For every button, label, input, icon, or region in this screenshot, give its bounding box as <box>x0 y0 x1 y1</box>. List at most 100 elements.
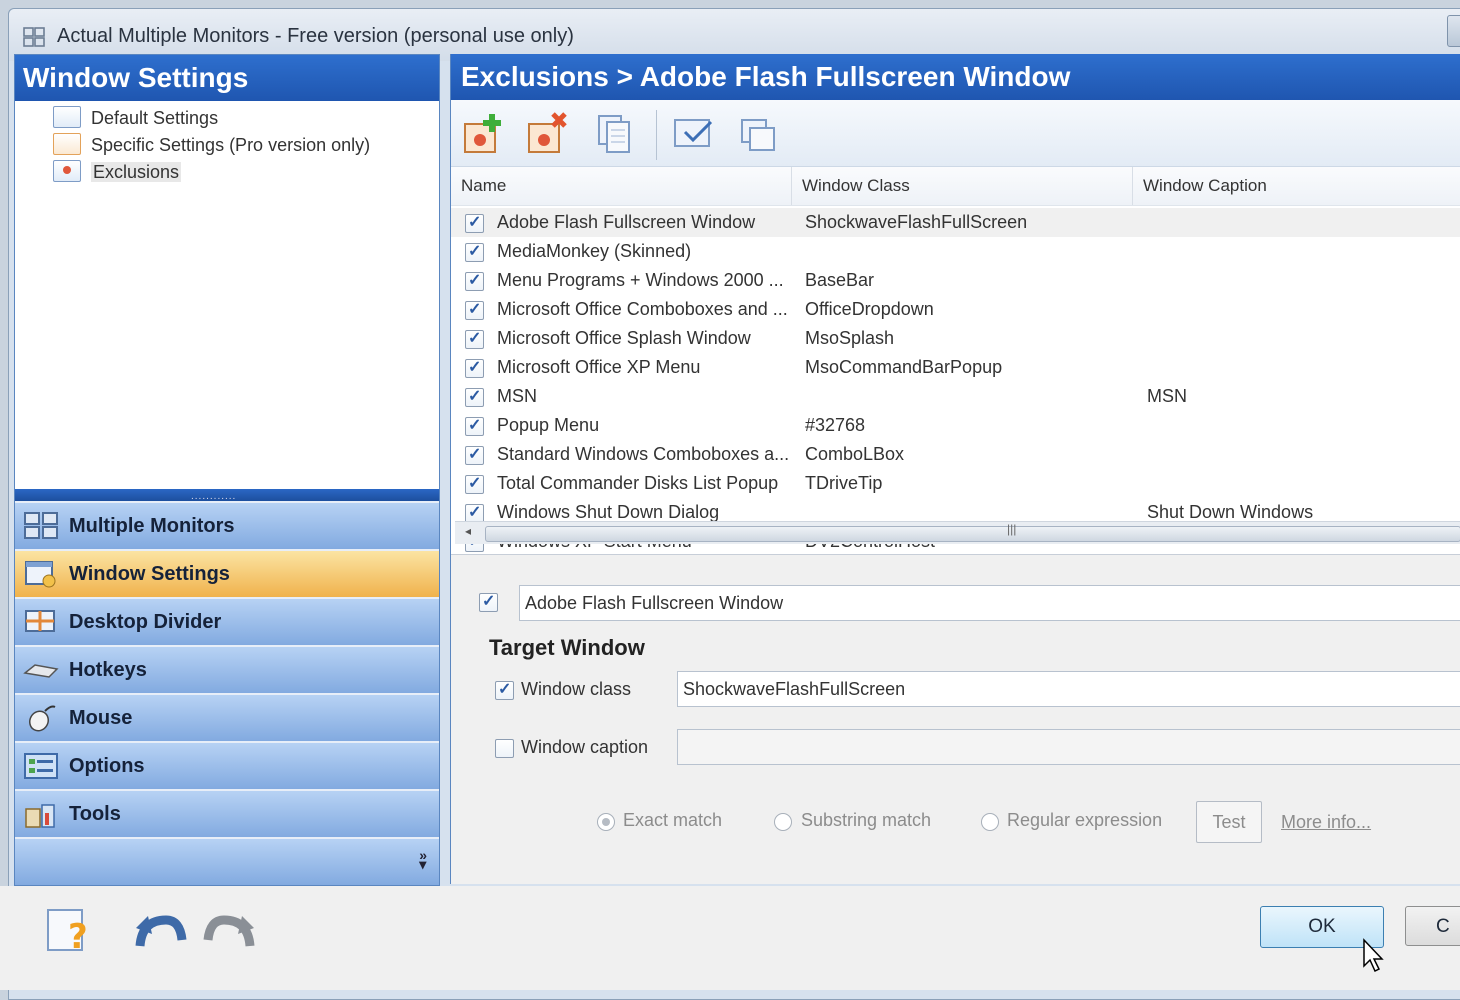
nav-item-hotkeys[interactable]: Hotkeys <box>15 645 439 693</box>
table-row[interactable]: MSN MSN <box>451 382 1460 411</box>
scroll-left-icon[interactable]: ◂ <box>465 524 471 538</box>
mouse-icon <box>28 705 56 732</box>
table-row[interactable]: Microsoft Office Splash Window MsoSplash <box>451 324 1460 353</box>
uncheck-all-icon[interactable] <box>736 110 786 158</box>
redo-icon[interactable] <box>202 906 258 956</box>
add-exclusion-icon[interactable] <box>459 110 509 158</box>
svg-text:?: ? <box>68 917 88 956</box>
tools-icon <box>25 804 55 828</box>
window-control-button[interactable] <box>1447 15 1460 47</box>
substring-match-radio[interactable] <box>774 813 792 831</box>
cell-name: Microsoft Office Comboboxes and ... <box>497 299 788 319</box>
regex-match-label: Regular expression <box>1007 810 1163 830</box>
nav-item-mouse[interactable]: Mouse <box>15 693 439 741</box>
row-checkbox[interactable] <box>465 270 484 291</box>
exact-match-radio[interactable] <box>597 813 615 831</box>
mouse-cursor-icon <box>1363 938 1384 973</box>
panel-splitter[interactable]: ............ <box>15 489 439 502</box>
options-icon <box>24 753 58 779</box>
row-checkbox[interactable] <box>465 299 484 320</box>
chevron-down-icon[interactable]: » ▾ <box>419 848 427 871</box>
left-panel-title: Window Settings <box>15 55 439 101</box>
window-title: Actual Multiple Monitors - Free version … <box>57 25 574 47</box>
regex-match-radio[interactable] <box>981 813 999 831</box>
cell-class: #32768 <box>805 415 866 435</box>
help-icon[interactable]: ? <box>44 906 100 956</box>
copy-icon[interactable] <box>591 110 641 158</box>
cell-name: Microsoft Office Splash Window <box>497 328 751 348</box>
nav-label: Tools <box>69 803 121 825</box>
row-checkbox[interactable] <box>465 328 484 349</box>
column-header-name[interactable]: Name <box>451 167 792 205</box>
breadcrumb: Exclusions > Adobe Flash Fullscreen Wind… <box>451 54 1460 100</box>
exclusions-icon <box>53 160 81 182</box>
row-checkbox[interactable] <box>465 212 484 233</box>
cell-class: ShockwaveFlashFullScreen <box>805 212 1028 232</box>
row-checkbox[interactable] <box>465 415 484 436</box>
tree-item-default-settings[interactable]: Default Settings <box>53 105 218 131</box>
scrollbar-thumb[interactable] <box>485 526 1460 542</box>
tree-item-label: Exclusions <box>91 162 182 182</box>
cell-name: Microsoft Office XP Menu <box>497 357 701 377</box>
nav-item-desktop-divider[interactable]: Desktop Divider <box>15 597 439 645</box>
row-checkbox[interactable] <box>465 473 484 494</box>
row-checkbox[interactable] <box>465 241 484 262</box>
settings-tree: Default Settings Specific Settings (Pro … <box>15 101 439 481</box>
nav-item-options[interactable]: Options <box>15 741 439 789</box>
check-all-icon[interactable] <box>669 110 719 158</box>
row-checkbox[interactable] <box>465 444 484 465</box>
exclusion-name-input[interactable]: Adobe Flash Fullscreen Window <box>519 585 1460 621</box>
column-header-window-class[interactable]: Window Class <box>792 167 1133 205</box>
cell-name: Windows Shut Down Dialog <box>497 502 720 522</box>
table-row[interactable]: Microsoft Office Comboboxes and ... Offic… <box>451 295 1460 324</box>
cell-name: Adobe Flash Fullscreen Window <box>497 212 756 232</box>
exact-match-label: Exact match <box>623 810 723 830</box>
window-caption-checkbox[interactable] <box>495 739 514 758</box>
nav-item-window-settings[interactable]: Window Settings <box>15 549 439 597</box>
cell-class: OfficeDropdown <box>805 299 934 319</box>
column-header-window-caption[interactable]: Window Caption <box>1133 167 1460 205</box>
table-row[interactable]: MediaMonkey (Skinned) <box>451 237 1460 266</box>
table-row[interactable]: Total Commander Disks List Popup TDriveTi… <box>451 469 1460 498</box>
window-caption-input[interactable] <box>677 729 1460 765</box>
settings-window-icon <box>53 106 81 128</box>
specific-settings-icon <box>53 133 81 155</box>
table-row[interactable]: Standard Windows Comboboxes a... ComboLBo… <box>451 440 1460 469</box>
test-button[interactable]: Test <box>1196 801 1262 843</box>
table-row[interactable]: Microsoft Office XP Menu MsoCommandBarPop… <box>451 353 1460 382</box>
cell-class: MsoSplash <box>805 328 895 348</box>
tree-item-exclusions[interactable]: Exclusions <box>53 159 182 185</box>
cancel-button[interactable]: C <box>1405 906 1460 946</box>
horizontal-scrollbar[interactable]: ◂ ||| <box>455 521 1460 544</box>
window-class-checkbox[interactable] <box>495 679 514 700</box>
nav-label: Hotkeys <box>69 659 147 681</box>
cell-name: MediaMonkey (Skinned) <box>497 241 692 261</box>
toolbar-separator <box>656 110 657 160</box>
nav-item-multiple-monitors[interactable]: Multiple Monitors <box>15 501 439 549</box>
tree-item-label: Specific Settings (Pro version only) <box>91 135 371 155</box>
exclusion-enabled-checkbox[interactable] <box>479 591 498 612</box>
table-row[interactable]: Menu Programs + Windows 2000 ... BaseBar <box>451 266 1460 295</box>
more-info-link[interactable]: More info... <box>1281 812 1371 833</box>
window-caption-label: Window caption <box>521 737 649 757</box>
monitors-icon <box>24 512 58 539</box>
undo-icon[interactable] <box>132 906 188 956</box>
cell-caption: Shut Down Windows <box>1147 502 1314 522</box>
window-settings-icon <box>25 561 56 588</box>
nav-overflow-bar: » ▾ <box>15 837 439 885</box>
cell-name: Total Commander Disks List Popup <box>497 473 779 493</box>
nav-label: Multiple Monitors <box>69 515 235 537</box>
table-row[interactable]: Popup Menu #32768 <box>451 411 1460 440</box>
tree-item-specific-settings[interactable]: Specific Settings (Pro version only) <box>53 132 370 158</box>
substring-match-label: Substring match <box>801 810 932 830</box>
nav-label: Desktop Divider <box>69 611 222 633</box>
delete-exclusion-icon[interactable] <box>523 110 573 158</box>
nav-bar: Multiple Monitors Window Settings Deskto… <box>15 501 439 885</box>
table-row[interactable]: Adobe Flash Fullscreen Window ShockwaveFl… <box>451 208 1460 237</box>
row-checkbox[interactable] <box>465 357 484 378</box>
nav-item-tools[interactable]: Tools <box>15 789 439 837</box>
row-checkbox[interactable] <box>465 386 484 407</box>
window-class-input[interactable]: ShockwaveFlashFullScreen <box>677 671 1460 707</box>
cell-name: Popup Menu <box>497 415 600 435</box>
window-class-label: Window class <box>521 679 632 699</box>
